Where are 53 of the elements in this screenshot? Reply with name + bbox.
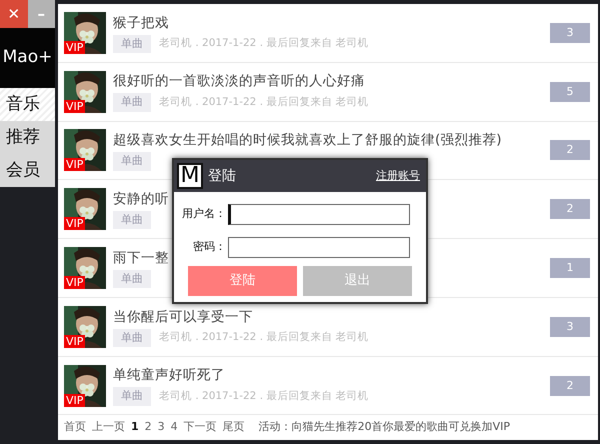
sidebar-item[interactable]: 会员 [0,154,55,187]
field-label: 密码： [192,239,226,256]
sidebar-item[interactable]: 音乐 [0,88,55,121]
post-title[interactable]: 很好听的一首歌淡淡的声音听的人心好痛 [113,71,365,92]
dialog-title: 登陆 [208,166,237,186]
page-link[interactable]: 尾页 [222,419,245,436]
page-link[interactable]: 2 [144,419,152,436]
vip-label: VIP [64,276,86,290]
post-title[interactable]: 猴子把戏 [113,12,169,33]
logo-text: Mao+ [2,46,52,70]
notice-text: 活动：向猫先生推荐20首你最爱的歌曲可兑换加VIP [258,419,510,436]
vip-label: VIP [64,158,86,172]
tag-label: 单曲 [113,93,151,112]
post-title[interactable]: 单纯童声好听死了 [113,365,225,386]
post-meta: 老司机 . 2017-1-22 . 最后回复来自 老司机 [159,94,369,110]
input-field[interactable] [228,204,410,225]
post-title[interactable]: 雨下一整 [113,248,169,268]
page-link[interactable]: 首页 [64,419,86,436]
vip-label: VIP [64,394,86,407]
reply-count: 1 [550,258,590,278]
page-link[interactable]: 1 [131,419,139,436]
reply-count: 2 [550,140,590,160]
close-button[interactable]: ✕ [0,0,28,28]
post-meta: 老司机 . 2017-1-22 . 最后回复来自 老司机 [159,330,369,345]
page-link[interactable]: 3 [158,419,165,436]
sidebar-item[interactable]: 推荐 [0,121,55,154]
post-meta: 老司机 . 2017-1-22 . 最后回复来自 老司机 [159,36,369,52]
post-meta: 老司机 . 2017-1-22 . 最后回复来自 老司机 [159,388,369,404]
vip-label: VIP [64,40,86,54]
reply-count: 3 [550,316,590,337]
input-field[interactable] [228,237,410,258]
tag-label: 单曲 [113,34,151,54]
reply-count: 2 [550,199,590,220]
page-link[interactable]: 4 [170,419,178,436]
post-title[interactable]: 当你醒后可以享受一下 [113,306,253,327]
field-label: 用户名： [181,206,226,222]
tag-label: 单曲 [113,270,151,288]
tag-label: 单曲 [113,210,151,230]
vip-label: VIP [64,217,86,230]
tag-label: 单曲 [113,328,151,348]
tag-label: 单曲 [113,152,151,171]
post-title[interactable]: 安静的听 [113,188,169,209]
reply-count: 2 [550,376,590,396]
register-link[interactable]: 注册账号 [376,168,420,184]
vip-label: VIP [64,334,86,348]
post-title[interactable]: 超级喜欢女生开始唱的时候我就喜欢上了舒服的旋律(强烈推荐) [113,130,502,150]
tag-label: 单曲 [113,387,151,406]
logo-icon: M [177,163,203,189]
page-link[interactable]: 下一页 [184,419,217,436]
vip-label: VIP [64,100,86,113]
reply-count: 5 [550,82,590,102]
page-link[interactable]: 上一页 [92,419,125,436]
reply-count: 3 [550,22,590,43]
